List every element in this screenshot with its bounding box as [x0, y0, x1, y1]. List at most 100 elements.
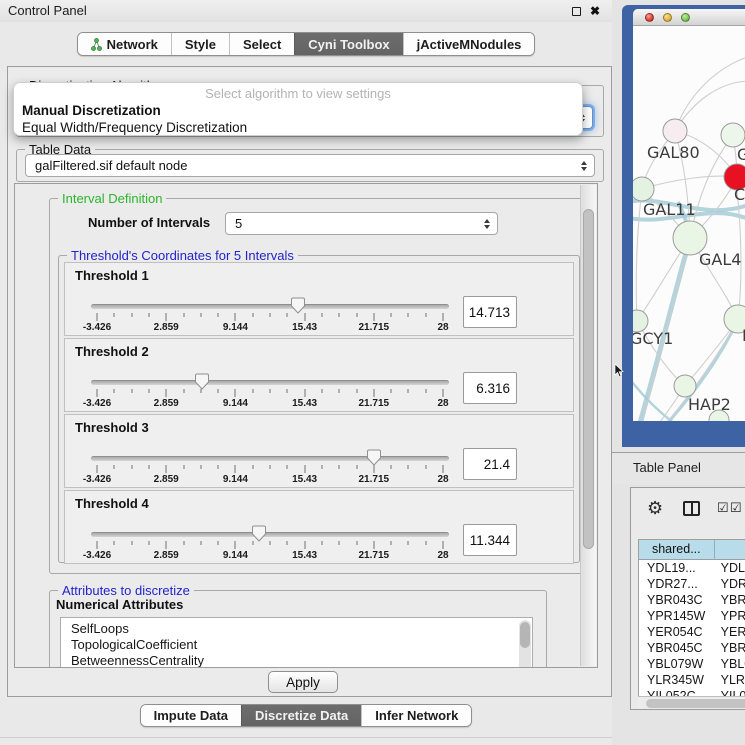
table-row[interactable]: YLR345WYLR3	[639, 672, 745, 688]
attribute-item-selfloops[interactable]: SelfLoops	[71, 621, 532, 637]
threshold-slider[interactable]: -3.4262.8599.14415.4321.71528	[91, 522, 449, 562]
table-cell[interactable]: YER0	[715, 624, 745, 640]
numerical-attributes-list: SelfLoopsTopologicalCoefficientBetweenne…	[60, 617, 533, 668]
table-row[interactable]: YBR043CYBR0	[639, 592, 745, 608]
table-cell[interactable]: YBL079W	[639, 656, 715, 672]
table-row[interactable]: YIL052CYIL0	[639, 688, 745, 696]
table-cell[interactable]: YLR3	[715, 672, 745, 688]
slider-knob[interactable]	[194, 373, 210, 390]
threshold-slider[interactable]: -3.4262.8599.14415.4321.71528	[91, 446, 449, 486]
threshold-box-threshold-2: Threshold 2 -3.4262.8599.14415.4321.7152…	[64, 338, 574, 412]
scrollbar-thumb[interactable]	[646, 699, 745, 708]
interval-definition-group-title: Interval Definition	[58, 191, 166, 206]
table-cell[interactable]: YBL0	[715, 656, 745, 672]
bottom-tab-infer-network[interactable]: Infer Network	[361, 705, 471, 726]
table-cell[interactable]: YBR0	[715, 592, 745, 608]
threshold-value-field[interactable]	[463, 524, 517, 556]
scrollbar-thumb[interactable]	[583, 209, 594, 549]
checkbox-icon[interactable]: ☑	[730, 501, 742, 514]
table-horizontal-scrollbar[interactable]	[638, 696, 745, 709]
table-header-row: shared...na	[639, 540, 745, 560]
table-cell[interactable]: YDL19...	[639, 560, 715, 576]
tab-select[interactable]: Select	[229, 33, 294, 55]
tab-jactivemnodules[interactable]: jActiveMNodules	[403, 33, 535, 55]
table-cell[interactable]: YDR2	[715, 576, 745, 592]
network-node-label: GAL11	[643, 200, 696, 219]
algorithm-option-manual-discretization[interactable]: Manual Discretization	[14, 102, 582, 119]
interval-definition-group: Interval Definition Number of Intervals …	[49, 198, 587, 574]
network-node-label: C	[734, 185, 745, 204]
network-view-window: GAL80GACGAL11GAL4GCY1HHAP2	[622, 5, 745, 447]
threshold-slider[interactable]: -3.4262.8599.14415.4321.71528	[91, 370, 449, 410]
close-traffic-light-icon[interactable]	[645, 13, 654, 22]
checkbox-icon[interactable]: ☑	[717, 501, 729, 514]
attributes-list-scrollbar[interactable]	[519, 620, 531, 668]
table-cell[interactable]: YPR145W	[639, 608, 715, 624]
bottom-tab-discretize-data[interactable]: Discretize Data	[241, 705, 361, 726]
scrollbar-thumb[interactable]	[520, 622, 530, 648]
column-header-na[interactable]: na	[715, 540, 745, 560]
network-node-gal80[interactable]	[663, 119, 687, 143]
algorithm-option-equal-width-frequency-discretization[interactable]: Equal Width/Frequency Discretization	[14, 119, 582, 136]
table-cell[interactable]: YIL0	[715, 688, 745, 696]
number-of-intervals-combobox[interactable]: 5	[225, 212, 498, 235]
bottom-tab-label: Impute Data	[154, 708, 228, 723]
cyni-mode-tabs: Impute Data Discretize DataInfer Network	[140, 704, 473, 727]
threshold-value-field[interactable]	[463, 372, 517, 404]
threshold-slider[interactable]: -3.4262.8599.14415.4321.71528	[91, 294, 449, 334]
tab-style[interactable]: Style	[171, 33, 229, 55]
threshold-label: Threshold 4	[75, 496, 149, 511]
close-window-icon[interactable]: ✖	[590, 0, 600, 22]
table-cell[interactable]: YPR1	[715, 608, 745, 624]
threshold-value-field[interactable]	[463, 296, 517, 328]
table-cell[interactable]: YBR0	[715, 640, 745, 656]
numerical-attributes-label: Numerical Attributes	[56, 597, 183, 612]
zoom-traffic-light-icon[interactable]	[681, 13, 690, 22]
slider-track[interactable]	[91, 304, 449, 309]
table-row[interactable]: YDL19...YDL1	[639, 560, 745, 576]
table-cell[interactable]: YBR043C	[639, 592, 715, 608]
table-row[interactable]: YPR145WYPR1	[639, 608, 745, 624]
threshold-label: Threshold 2	[75, 344, 149, 359]
network-node-gal11[interactable]	[633, 177, 654, 201]
float-window-icon[interactable]	[572, 7, 581, 16]
network-node-ga[interactable]	[721, 123, 745, 147]
table-cell[interactable]: YDR27...	[639, 576, 715, 592]
bottom-tab-impute-data[interactable]: Impute Data	[141, 705, 241, 726]
slider-knob[interactable]	[251, 525, 267, 542]
table-row[interactable]: YER054CYER0	[639, 624, 745, 640]
slider-track[interactable]	[91, 456, 449, 461]
threshold-value-field[interactable]	[463, 448, 517, 480]
control-panel-titlebar: Control Panel ✖	[0, 0, 612, 22]
network-window-titlebar[interactable]	[633, 9, 745, 26]
table-row[interactable]: YBR045CYBR0	[639, 640, 745, 656]
table-cell[interactable]: YDL1	[715, 560, 745, 576]
network-node-hap2[interactable]	[674, 375, 696, 397]
combobox-stepper-icon	[484, 219, 490, 229]
minimize-traffic-light-icon[interactable]	[663, 13, 672, 22]
slider-knob[interactable]	[290, 297, 306, 314]
table-row[interactable]: YBL079WYBL0	[639, 656, 745, 672]
algorithm-placeholder-option[interactable]: Select algorithm to view settings	[14, 86, 582, 102]
control-panel-window: Control Panel ✖ NetworkStyleSelectCyni T…	[0, 0, 612, 745]
slider-track[interactable]	[91, 532, 449, 537]
gear-icon[interactable]: ⚙	[647, 498, 663, 520]
split-columns-icon[interactable]	[683, 501, 700, 516]
number-of-intervals-label: Number of Intervals	[88, 215, 210, 230]
table-cell[interactable]: YBR045C	[639, 640, 715, 656]
attribute-item-topologicalcoefficient[interactable]: TopologicalCoefficient	[71, 637, 532, 653]
tab-cyni-toolbox[interactable]: Cyni Toolbox	[294, 33, 402, 55]
table-row[interactable]: YDR27...YDR2	[639, 576, 745, 592]
network-canvas[interactable]: GAL80GACGAL11GAL4GCY1HHAP2	[633, 26, 745, 421]
tab-network[interactable]: Network	[78, 33, 171, 55]
panel-vertical-scrollbar[interactable]	[580, 185, 596, 666]
attribute-item-betweennesscentrality[interactable]: BetweennessCentrality	[71, 653, 532, 668]
slider-knob[interactable]	[366, 449, 382, 466]
table-cell[interactable]: YLR345W	[639, 672, 715, 688]
slider-track[interactable]	[91, 380, 449, 385]
apply-button[interactable]: Apply	[268, 671, 338, 693]
column-header-shared[interactable]: shared...	[639, 540, 715, 560]
table-data-combobox[interactable]: galFiltered.sif default node	[25, 154, 595, 177]
table-cell[interactable]: YER054C	[639, 624, 715, 640]
table-cell[interactable]: YIL052C	[639, 688, 715, 696]
